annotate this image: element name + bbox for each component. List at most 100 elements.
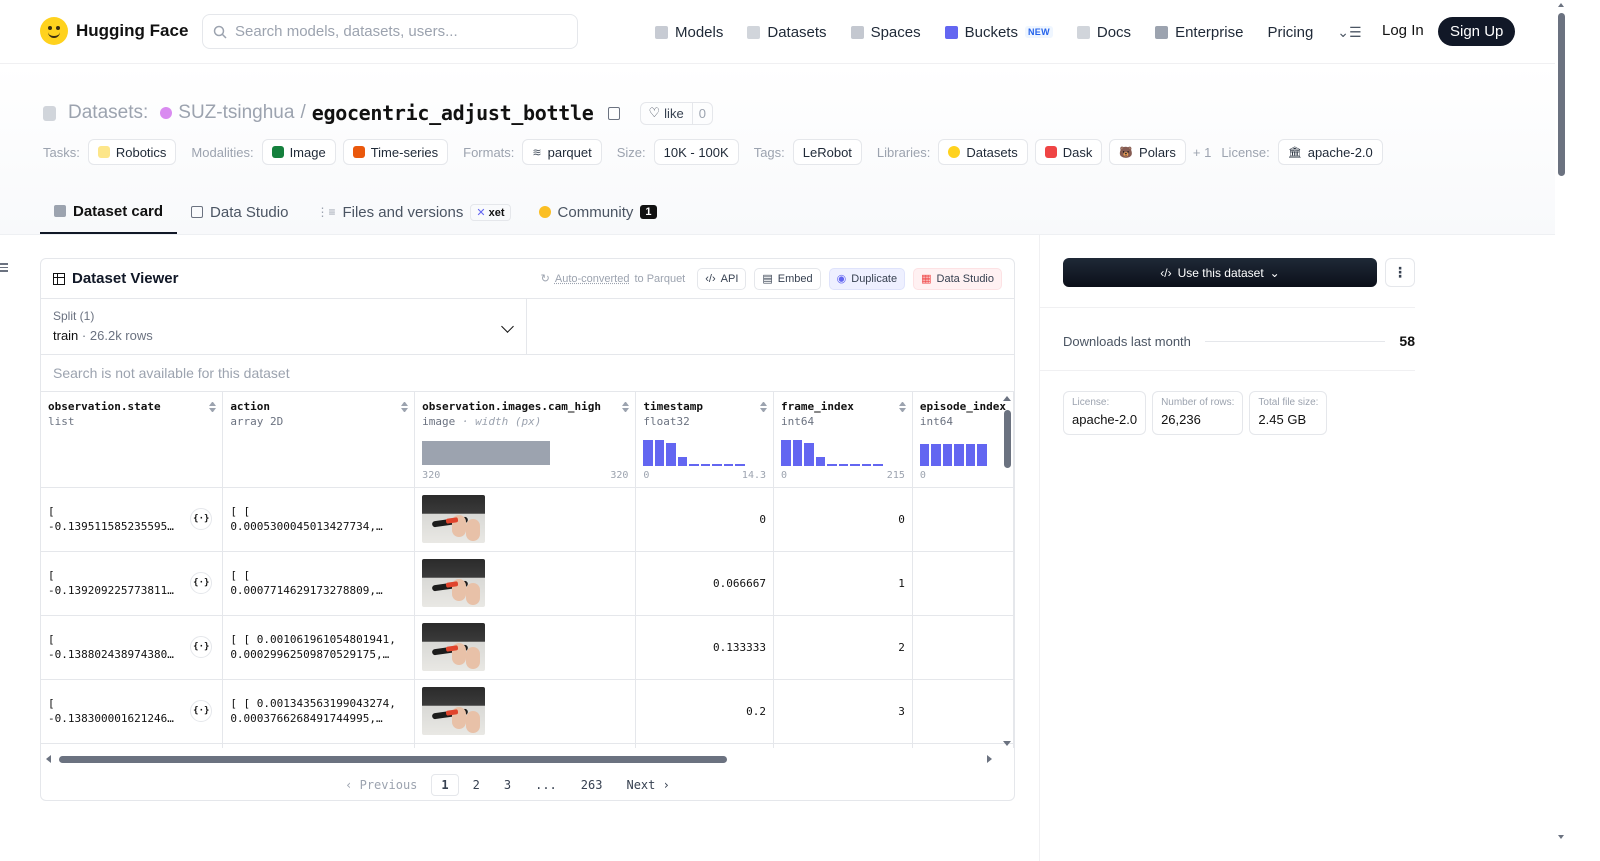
histogram-bar[interactable] (723, 464, 734, 466)
global-search[interactable] (202, 14, 578, 49)
horizontal-scrollbar[interactable] (41, 752, 1014, 766)
frame-index-cell[interactable]: 1 (773, 551, 913, 616)
sort-icon[interactable] (401, 402, 408, 412)
sort-icon[interactable] (760, 402, 767, 412)
histogram-bar[interactable] (712, 464, 722, 466)
sort-icon[interactable] (209, 402, 216, 412)
tag-datasets-lib[interactable]: Datasets (938, 139, 1028, 165)
nav-buckets[interactable]: Buckets NEW (944, 24, 1053, 41)
auto-converted-link[interactable]: Auto-converted (555, 273, 630, 285)
image-thumbnail[interactable] (422, 559, 486, 607)
page-last-button[interactable]: 263 (571, 774, 613, 796)
histogram-bar[interactable] (942, 444, 953, 466)
scroll-up-icon[interactable] (1003, 396, 1011, 401)
previous-page-button[interactable]: ‹ Previous (335, 774, 427, 796)
more-libraries[interactable]: + 1 (1193, 145, 1211, 160)
histogram-bar[interactable] (700, 464, 711, 466)
more-options-icon[interactable]: ⋮ (1385, 258, 1415, 287)
tag-lerobot[interactable]: LeRobot (792, 139, 862, 165)
histogram-bar[interactable] (931, 444, 941, 466)
action-cell[interactable]: [ [ 0.0005300045013427734,… (222, 487, 416, 552)
frame-index-cell[interactable]: 2 (773, 615, 913, 680)
histogram-bar[interactable] (815, 457, 826, 466)
episode-index-cell[interactable] (912, 551, 1014, 616)
more-menu-icon[interactable]: ⌄☰ (1337, 24, 1361, 41)
episode-index-cell[interactable] (912, 679, 1014, 744)
split-selector[interactable]: Split (1) train · 26.2k rows (41, 299, 527, 354)
like-button[interactable]: ♡ like 0 (639, 101, 713, 125)
histogram-bar[interactable] (689, 464, 699, 466)
json-view-icon[interactable]: {·} (190, 635, 213, 658)
json-view-icon[interactable]: {·} (190, 507, 213, 530)
timestamp-histogram[interactable] (643, 439, 745, 466)
histogram-bar[interactable] (850, 464, 860, 466)
sort-icon[interactable] (622, 402, 629, 412)
table-row[interactable]: [ -0.139209225773811… {·}[ [ 0.0007714629… (41, 551, 1014, 616)
frame-index-cell[interactable]: 0 (773, 487, 913, 552)
column-header[interactable]: observation.state list (41, 392, 224, 488)
histogram-bar[interactable] (804, 443, 814, 466)
page-1-button[interactable]: 1 (431, 774, 459, 796)
org-link[interactable]: SUZ-tsinghua (178, 102, 294, 124)
search-input[interactable] (235, 23, 555, 40)
histogram-bar[interactable] (838, 464, 849, 466)
column-header[interactable]: frame_index int64 0 215 (773, 392, 913, 488)
tab-dataset-card[interactable]: Dataset card (40, 190, 178, 234)
histogram-bar[interactable] (654, 440, 665, 466)
table-row[interactable]: [ -0.138802438974380… {·}[ [ 0.0010619610… (41, 615, 1014, 680)
column-header[interactable]: action array 2D (222, 392, 416, 488)
image-cell[interactable] (414, 487, 637, 552)
tab-files[interactable]: ⋮≡ Files and versions ✕ xet (302, 190, 524, 234)
image-cell[interactable] (414, 551, 637, 616)
histogram-bar[interactable] (919, 444, 930, 466)
histogram-bar[interactable] (677, 457, 688, 466)
nav-models[interactable]: Models (655, 24, 723, 41)
histogram-bar[interactable] (643, 440, 653, 466)
histogram-bar[interactable] (954, 444, 964, 466)
table-row[interactable]: [ -0.139511585235595… {·}[ [ 0.0005300045… (41, 487, 1014, 552)
tag-dask[interactable]: Dask (1034, 139, 1103, 165)
sidebar-toggle-icon[interactable] (0, 263, 8, 274)
copy-icon[interactable] (607, 106, 620, 120)
state-cell[interactable]: [ -0.139511585235595… {·} (41, 487, 224, 552)
action-cell[interactable]: [ [ 0.0007714629173278809,… (222, 551, 416, 616)
histogram-bar[interactable] (965, 444, 976, 466)
state-cell[interactable]: [ -0.138300001621246… {·} (41, 679, 224, 744)
state-cell[interactable]: [ -0.138802438974380… {·} (41, 615, 224, 680)
tab-data-studio[interactable]: Data Studio (177, 190, 302, 234)
scroll-right-icon[interactable] (987, 755, 992, 763)
column-header[interactable]: timestamp float32 0 14.3 (635, 392, 775, 488)
nav-docs[interactable]: Docs (1076, 24, 1131, 41)
histogram-bar[interactable] (873, 464, 883, 466)
logo[interactable]: Hugging Face (40, 17, 188, 45)
tag-image[interactable]: Image (261, 139, 336, 165)
title-prefix[interactable]: Datasets: (68, 102, 148, 124)
tag-time-series[interactable]: Time-series (342, 139, 449, 165)
action-cell[interactable]: [ [ 0.001343563199043274, 0.000376626849… (222, 679, 416, 744)
timestamp-cell[interactable]: 0.066667 (635, 551, 775, 616)
sort-icon[interactable] (899, 402, 906, 412)
duplicate-button[interactable]: ◉ Duplicate (828, 267, 906, 290)
timestamp-cell[interactable]: 0.133333 (635, 615, 775, 680)
json-view-icon[interactable]: {·} (190, 571, 213, 594)
tag-size[interactable]: 10K - 100K (653, 139, 739, 165)
nav-spaces[interactable]: Spaces (850, 24, 921, 41)
scrollbar-thumb[interactable] (59, 756, 727, 763)
episode-index-cell[interactable] (912, 615, 1014, 680)
next-page-button[interactable]: Next › (616, 774, 679, 796)
image-cell[interactable] (414, 615, 637, 680)
nav-datasets[interactable]: Datasets (747, 24, 827, 41)
vertical-scrollbar[interactable] (1004, 410, 1011, 468)
login-link[interactable]: Log In (1382, 22, 1424, 39)
frame-index-cell[interactable]: 3 (773, 679, 913, 744)
image-thumbnail[interactable] (422, 687, 486, 735)
timestamp-cell[interactable]: 0.2 (635, 679, 775, 744)
scroll-down-icon[interactable] (1003, 741, 1011, 746)
histogram-bar[interactable] (781, 440, 791, 466)
repo-name[interactable]: egocentric_adjust_bottle (312, 101, 594, 125)
tag-robotics[interactable]: Robotics (87, 139, 177, 165)
nav-enterprise[interactable]: Enterprise (1155, 24, 1243, 41)
page-3-button[interactable]: 3 (494, 774, 521, 796)
frame-index-histogram[interactable] (781, 439, 883, 466)
column-header[interactable]: episode_index int64 0 (912, 392, 1014, 488)
